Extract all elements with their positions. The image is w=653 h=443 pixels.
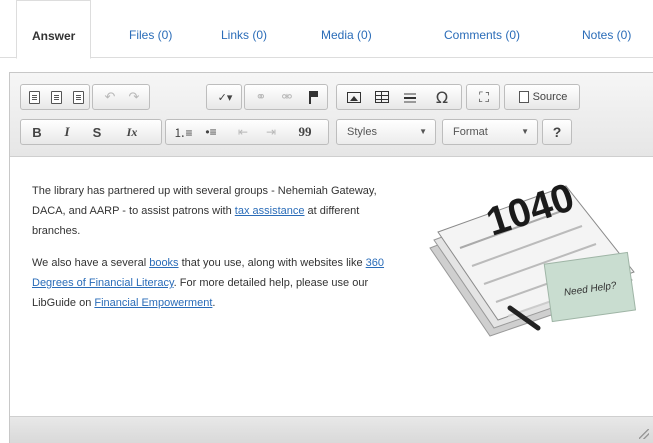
blockquote-icon: 99 [298,124,312,139]
special-char-button[interactable]: Ω [427,85,457,109]
strike-button[interactable]: S [85,120,109,144]
numbered-list-button[interactable]: ⒈≡ [170,120,196,144]
paragraph-text: that you use, along with websites like [178,257,366,269]
editor-status-bar [10,416,653,443]
redo-button[interactable]: ↷ [123,85,145,109]
resize-handle-icon[interactable] [639,429,649,439]
paragraph-text: We also have a several [32,257,150,269]
italic-icon: I [64,124,70,139]
spellcheck-icon: ✓▾ [217,91,233,104]
paragraph-tax-assistance: The library has partnered up with severa… [32,181,407,241]
image-button[interactable] [341,85,367,109]
tab-answer[interactable]: Answer [16,0,92,59]
format-dropdown[interactable]: Format ▼ [442,119,538,145]
redo-icon: ↷ [128,89,140,104]
italic-button[interactable]: I [55,120,79,144]
strikethrough-icon: S [92,124,102,140]
flag-icon [308,90,318,104]
remove-format-button[interactable]: Ix [117,120,147,144]
tax-assistance-link[interactable]: tax assistance [235,205,305,217]
copy-icon [50,90,62,104]
undo-redo-group: ↶ ↷ [92,84,150,110]
blockquote-button[interactable]: 99 [290,120,320,144]
maximize-button[interactable]: ⛶ [471,85,497,109]
source-label: Source [532,91,568,103]
tab-links[interactable]: Links (0) [221,0,267,58]
remove-format-icon: Ix [126,124,138,139]
numbered-list-icon: ⒈≡ [173,125,193,140]
paste-button[interactable] [67,85,89,109]
styles-dropdown[interactable]: Styles ▼ [336,119,436,145]
bulleted-list-button[interactable]: •≡ [198,120,224,144]
bold-button[interactable]: B [25,120,49,144]
undo-icon: ↶ [104,89,116,104]
bulleted-list-icon: •≡ [205,125,217,139]
format-dropdown-value: Format [453,126,488,138]
help-group: ? [542,119,572,145]
clipboard-group [20,84,90,110]
unlink-button[interactable]: ⚮ [275,85,299,109]
outdent-button[interactable]: ⇤ [230,120,256,144]
spellcheck-group: ✓▾ [206,84,242,110]
tab-media[interactable]: Media (0) [321,0,372,58]
tab-notes[interactable]: Notes (0) [582,0,631,58]
link-group: ⚭ ⚮ [244,84,328,110]
basic-styles-group: B I S Ix [20,119,162,145]
undo-button[interactable]: ↶ [99,85,121,109]
maximize-icon: ⛶ [479,88,489,105]
source-group: Source [504,84,580,110]
financial-empowerment-link[interactable]: Financial Empowerment [94,297,212,309]
source-button[interactable]: Source [511,85,575,109]
horizontal-rule-button[interactable] [397,85,423,109]
bold-icon: B [32,124,42,140]
paragraph-group: ⒈≡ •≡ ⇤ ⇥ 99 [165,119,329,145]
sticky-note: Need Help? [543,251,637,323]
cut-button[interactable] [23,85,45,109]
link-button[interactable]: ⚭ [249,85,273,109]
help-button[interactable]: ? [545,120,569,144]
table-button[interactable] [369,85,395,109]
anchor-button[interactable] [301,85,325,109]
editor-toolbar: ↶ ↷ ✓▾ ⚭ ⚮ Ω ⛶ Source B I S Ix ⒈≡ •≡ ⇤ ⇥… [10,73,653,157]
image-icon [347,91,361,103]
insert-group: Ω [336,84,462,110]
books-link[interactable]: books [149,257,178,269]
outdent-icon: ⇤ [237,125,249,139]
indent-button[interactable]: ⇥ [258,120,284,144]
omega-icon: Ω [435,87,449,107]
link-icon: ⚭ [255,89,267,104]
indent-icon: ⇥ [265,125,277,139]
styles-dropdown-value: Styles [347,126,377,138]
chevron-down-icon: ▼ [419,127,427,136]
paste-icon [72,90,84,104]
paragraph-text: . [212,297,216,309]
spellcheck-button[interactable]: ✓▾ [211,85,239,109]
tax-form-image: 1040 Need Help? [429,178,637,337]
tab-files[interactable]: Files (0) [129,0,172,58]
cut-icon [28,90,40,104]
help-icon: ? [552,124,562,140]
copy-button[interactable] [45,85,67,109]
chevron-down-icon: ▼ [521,127,529,136]
tab-bar: Answer Files (0) Links (0) Media (0) Com… [0,0,653,59]
maximize-group: ⛶ [466,84,500,110]
table-icon [375,91,389,103]
horizontal-rule-icon [404,91,416,103]
paragraph-resources: We also have a several books that you us… [32,253,407,313]
source-icon [518,91,529,103]
unlink-icon: ⚮ [281,89,293,104]
tab-comments[interactable]: Comments (0) [444,0,520,58]
